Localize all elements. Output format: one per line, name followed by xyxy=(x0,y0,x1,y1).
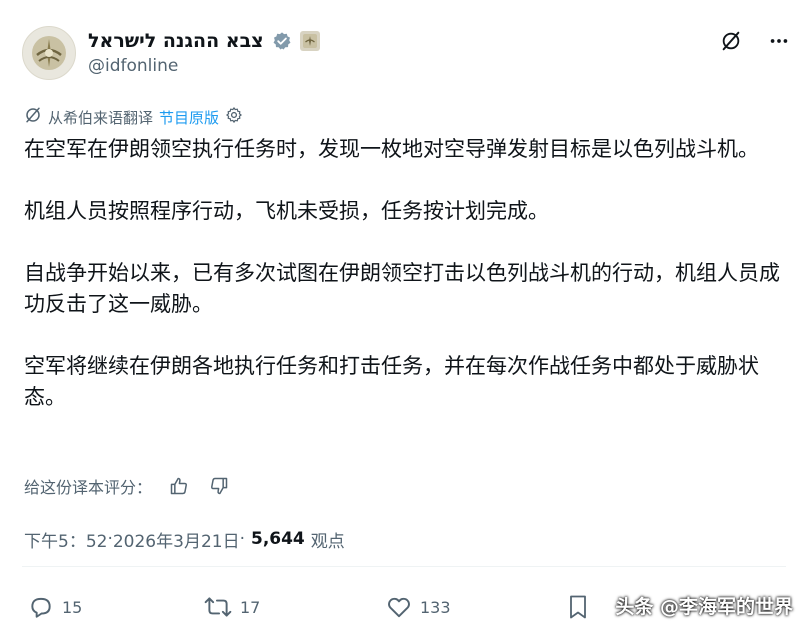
tweet-paragraph: 自战争开始以来，已有多次试图在伊朗领空打击以色列战斗机的行动，机组人员成功反击了… xyxy=(24,261,780,316)
views-label: 观点 xyxy=(310,531,345,552)
reply-icon xyxy=(31,597,51,618)
bookmark-icon xyxy=(570,595,586,619)
grok-icon[interactable] xyxy=(718,28,744,54)
tweet-paragraph: 在空军在伊朗领空执行任务时，发现一枚地对空导弹发射目标是以色列战斗机。 xyxy=(24,137,759,161)
like-icon xyxy=(388,597,410,618)
tweet-paragraph: 机组人员按照程序行动，飞机未受损，任务按计划完成。 xyxy=(24,199,549,223)
tweet-body: 在空军在伊朗领空执行任务时，发现一枚地对空导弹发射目标是以色列战斗机。 机组人员… xyxy=(24,134,784,444)
like-count: 133 xyxy=(420,597,451,617)
idf-emblem-icon xyxy=(32,36,66,70)
more-icon[interactable] xyxy=(766,28,792,54)
translate-icon xyxy=(24,106,42,128)
tweet-time[interactable]: 下午5：52 xyxy=(24,527,107,552)
affiliation-badge-icon[interactable] xyxy=(299,31,320,51)
tweet-date[interactable]: 2026年3月21日 xyxy=(113,527,240,552)
avatar[interactable] xyxy=(22,26,76,80)
repost-icon xyxy=(204,597,232,617)
tweet-header: צבא ההגנה לישראל @idfonline xyxy=(22,22,792,82)
views-count[interactable]: 5,644 xyxy=(251,529,305,549)
handle[interactable]: @idfonline xyxy=(88,56,178,76)
settings-icon[interactable] xyxy=(225,106,243,128)
reply-button[interactable]: 15 xyxy=(28,590,82,624)
rate-translation-row: 给这份译本评分： xyxy=(24,474,232,498)
reply-count: 15 xyxy=(62,597,83,617)
tweet-meta: 下午5：52 · 2026年3月21日 · 5,644 观点 xyxy=(24,526,345,552)
thumbs-up-icon[interactable] xyxy=(166,473,192,499)
bookmark-button[interactable] xyxy=(566,590,590,624)
thumbs-down-icon[interactable] xyxy=(206,473,232,499)
translation-row: 从希伯来语翻译 节目原版 xyxy=(24,106,243,128)
display-name[interactable]: צבא ההגנה לישראל xyxy=(88,30,264,52)
repost-count: 17 xyxy=(240,597,261,617)
repost-button[interactable]: 17 xyxy=(204,590,260,624)
name-row: צבא ההגנה לישראל xyxy=(88,28,320,54)
watermark: 头条 @李海军的世界 xyxy=(615,596,793,618)
tweet-paragraph: 空军将继续在伊朗各地执行任务和打击任务，并在每次作战任务中都处于威胁状态。 xyxy=(24,354,759,409)
show-original-link[interactable]: 节目原版 xyxy=(159,107,219,128)
divider xyxy=(22,566,786,567)
translation-label: 从希伯来语翻译 xyxy=(48,108,154,127)
header-actions xyxy=(718,28,792,54)
meta-separator: · xyxy=(239,529,245,549)
rate-translation-label: 给这份译本评分： xyxy=(24,478,153,497)
verified-badge-icon[interactable] xyxy=(272,31,292,51)
like-button[interactable]: 133 xyxy=(386,590,451,624)
